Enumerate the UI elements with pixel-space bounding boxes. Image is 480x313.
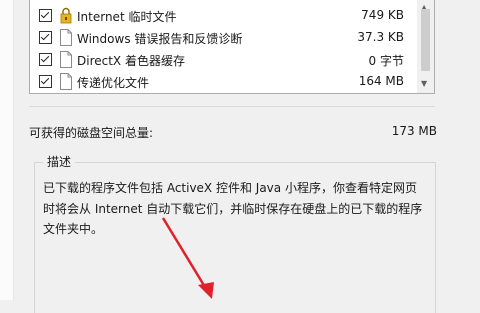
checkbox[interactable]	[39, 53, 52, 66]
item-size: 749 KB	[361, 8, 404, 22]
document-icon	[60, 51, 72, 68]
list-item-error-reports[interactable]: Windows 错误报告和反馈诊断 37.3 KB	[30, 27, 416, 49]
scrollbar-thumb[interactable]	[421, 9, 430, 71]
list-item-internet-temp[interactable]: Internet 临时文件 749 KB	[30, 5, 416, 27]
description-text: 已下载的程序文件包括 ActiveX 控件和 Java 小程序，你查看特定网页时…	[43, 181, 423, 236]
item-size: 0 字节	[368, 54, 404, 68]
item-size: 164 MB	[358, 74, 404, 88]
file-category-list[interactable]: Internet 临时文件 749 KB Windows 错误报告和反馈诊断 3…	[29, 0, 435, 94]
window-edge	[0, 0, 14, 300]
checkbox[interactable]	[39, 9, 52, 22]
item-name: DirectX 着色器缓存	[77, 54, 185, 68]
item-name: Windows 错误报告和反馈诊断	[77, 32, 243, 46]
item-name: 传递优化文件	[77, 76, 150, 90]
description-title: 描述	[43, 153, 76, 170]
disk-space-value: 173 MB	[391, 124, 437, 138]
item-size: 37.3 KB	[357, 30, 404, 44]
checkbox[interactable]	[39, 75, 52, 88]
divider	[29, 106, 435, 107]
disk-space-label: 可获得的磁盘空间总量:	[29, 126, 154, 140]
lock-folder-icon	[60, 7, 72, 24]
checkbox[interactable]	[39, 31, 52, 44]
document-icon	[60, 73, 72, 90]
scroll-down-icon[interactable]: ▼	[421, 79, 427, 88]
vertical-scrollbar[interactable]: ▲ ▼	[417, 0, 434, 93]
item-name: Internet 临时文件	[77, 10, 177, 24]
document-icon	[60, 29, 72, 46]
list-item-directx-cache[interactable]: DirectX 着色器缓存 0 字节	[30, 49, 416, 71]
list-item-delivery-optimization[interactable]: 传递优化文件 164 MB	[30, 71, 416, 93]
